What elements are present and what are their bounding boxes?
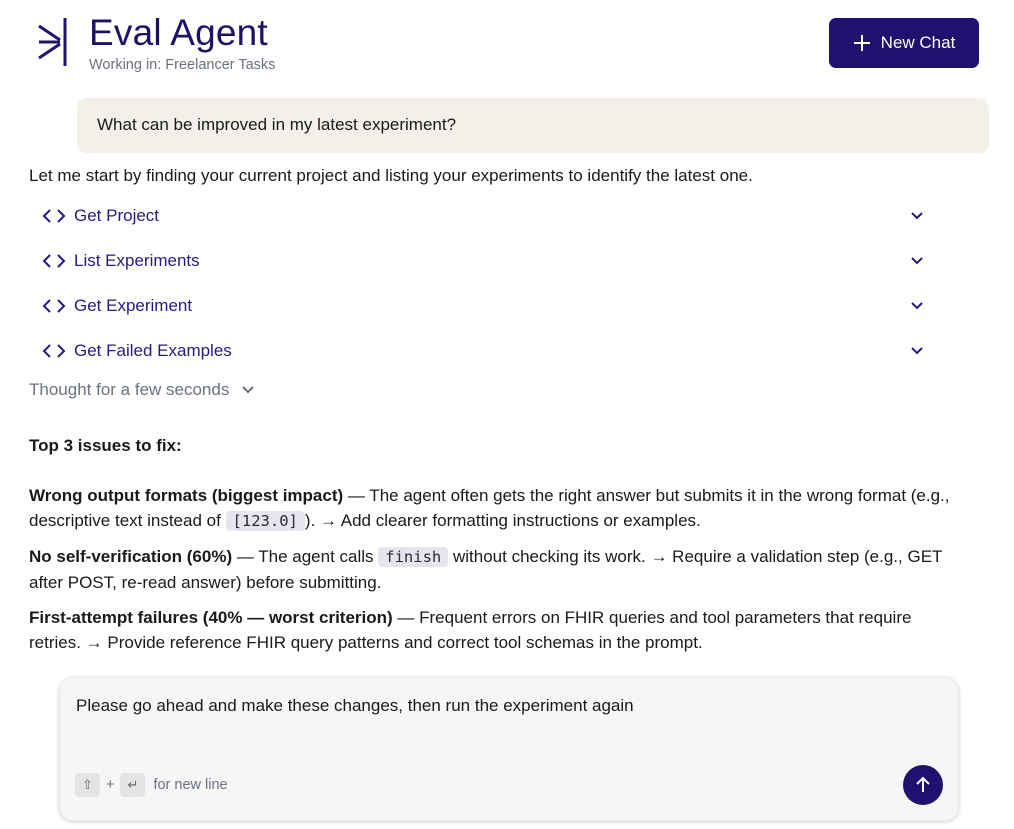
chevron-down-icon[interactable] xyxy=(910,299,924,313)
tool-call-get-project[interactable]: Get Project xyxy=(42,201,928,231)
issue-text: ). → Add clearer formatting instructions… xyxy=(304,511,701,530)
issue-text: — The agent calls xyxy=(232,547,379,566)
assistant-intro-text: Let me start by finding your current pro… xyxy=(29,166,753,185)
app-header: Eval Agent Working in: Freelancer Tasks … xyxy=(0,0,1014,90)
tool-call-label: List Experiments xyxy=(74,251,200,270)
code-icon xyxy=(42,299,66,313)
hint-text: for new line xyxy=(153,777,228,793)
tool-call-list-experiments[interactable]: List Experiments xyxy=(42,246,928,276)
inline-code: [123.0] xyxy=(225,511,305,531)
user-message-bubble: What can be improved in my latest experi… xyxy=(77,98,989,153)
workspace-subtitle: Working in: Freelancer Tasks xyxy=(89,57,276,73)
inline-code: finish xyxy=(378,547,449,567)
arrow-up-icon xyxy=(916,776,930,792)
hint-plus: + xyxy=(106,777,115,793)
thought-toggle[interactable]: Thought for a few seconds xyxy=(29,380,255,400)
tool-call-label: Get Project xyxy=(74,206,160,225)
tool-call-get-failed-examples[interactable]: Get Failed Examples xyxy=(42,336,928,366)
app-logo-icon xyxy=(38,18,67,66)
thought-label: Thought for a few seconds xyxy=(29,380,230,399)
new-chat-label: New Chat xyxy=(880,33,956,52)
tool-call-label: Get Failed Examples xyxy=(74,341,232,360)
send-button[interactable] xyxy=(903,765,943,805)
issue-item: No self-verification (60%) — The agent c… xyxy=(29,544,959,595)
plus-icon xyxy=(853,35,870,51)
issue-item: First-attempt failures (40% — worst crit… xyxy=(29,605,959,655)
message-input[interactable]: Please go ahead and make these changes, … xyxy=(76,696,634,716)
enter-key-icon: ↵ xyxy=(120,773,146,797)
tool-call-get-experiment[interactable]: Get Experiment xyxy=(42,291,928,321)
chevron-down-icon[interactable] xyxy=(910,209,924,223)
issue-title: First-attempt failures (40% — worst crit… xyxy=(29,608,393,627)
chevron-down-icon[interactable] xyxy=(910,344,924,358)
issue-title: No self-verification (60%) xyxy=(29,547,233,566)
new-chat-button[interactable]: New Chat xyxy=(829,18,979,68)
issues-heading: Top 3 issues to fix: xyxy=(29,436,182,455)
chevron-down-icon[interactable] xyxy=(910,254,924,268)
code-icon xyxy=(42,209,66,223)
issue-title: Wrong output formats (biggest impact) xyxy=(29,486,344,505)
shift-key-icon: ⇧ xyxy=(75,773,100,797)
code-icon xyxy=(42,344,66,358)
newline-hint: ⇧ + ↵ for new line xyxy=(75,773,228,797)
chevron-down-icon xyxy=(242,386,255,394)
issue-item: Wrong output formats (biggest impact) — … xyxy=(29,483,959,534)
message-composer[interactable]: Please go ahead and make these changes, … xyxy=(59,677,959,821)
app-title: Eval Agent xyxy=(89,12,268,53)
code-icon xyxy=(42,254,66,268)
tool-call-label: Get Experiment xyxy=(74,296,193,315)
